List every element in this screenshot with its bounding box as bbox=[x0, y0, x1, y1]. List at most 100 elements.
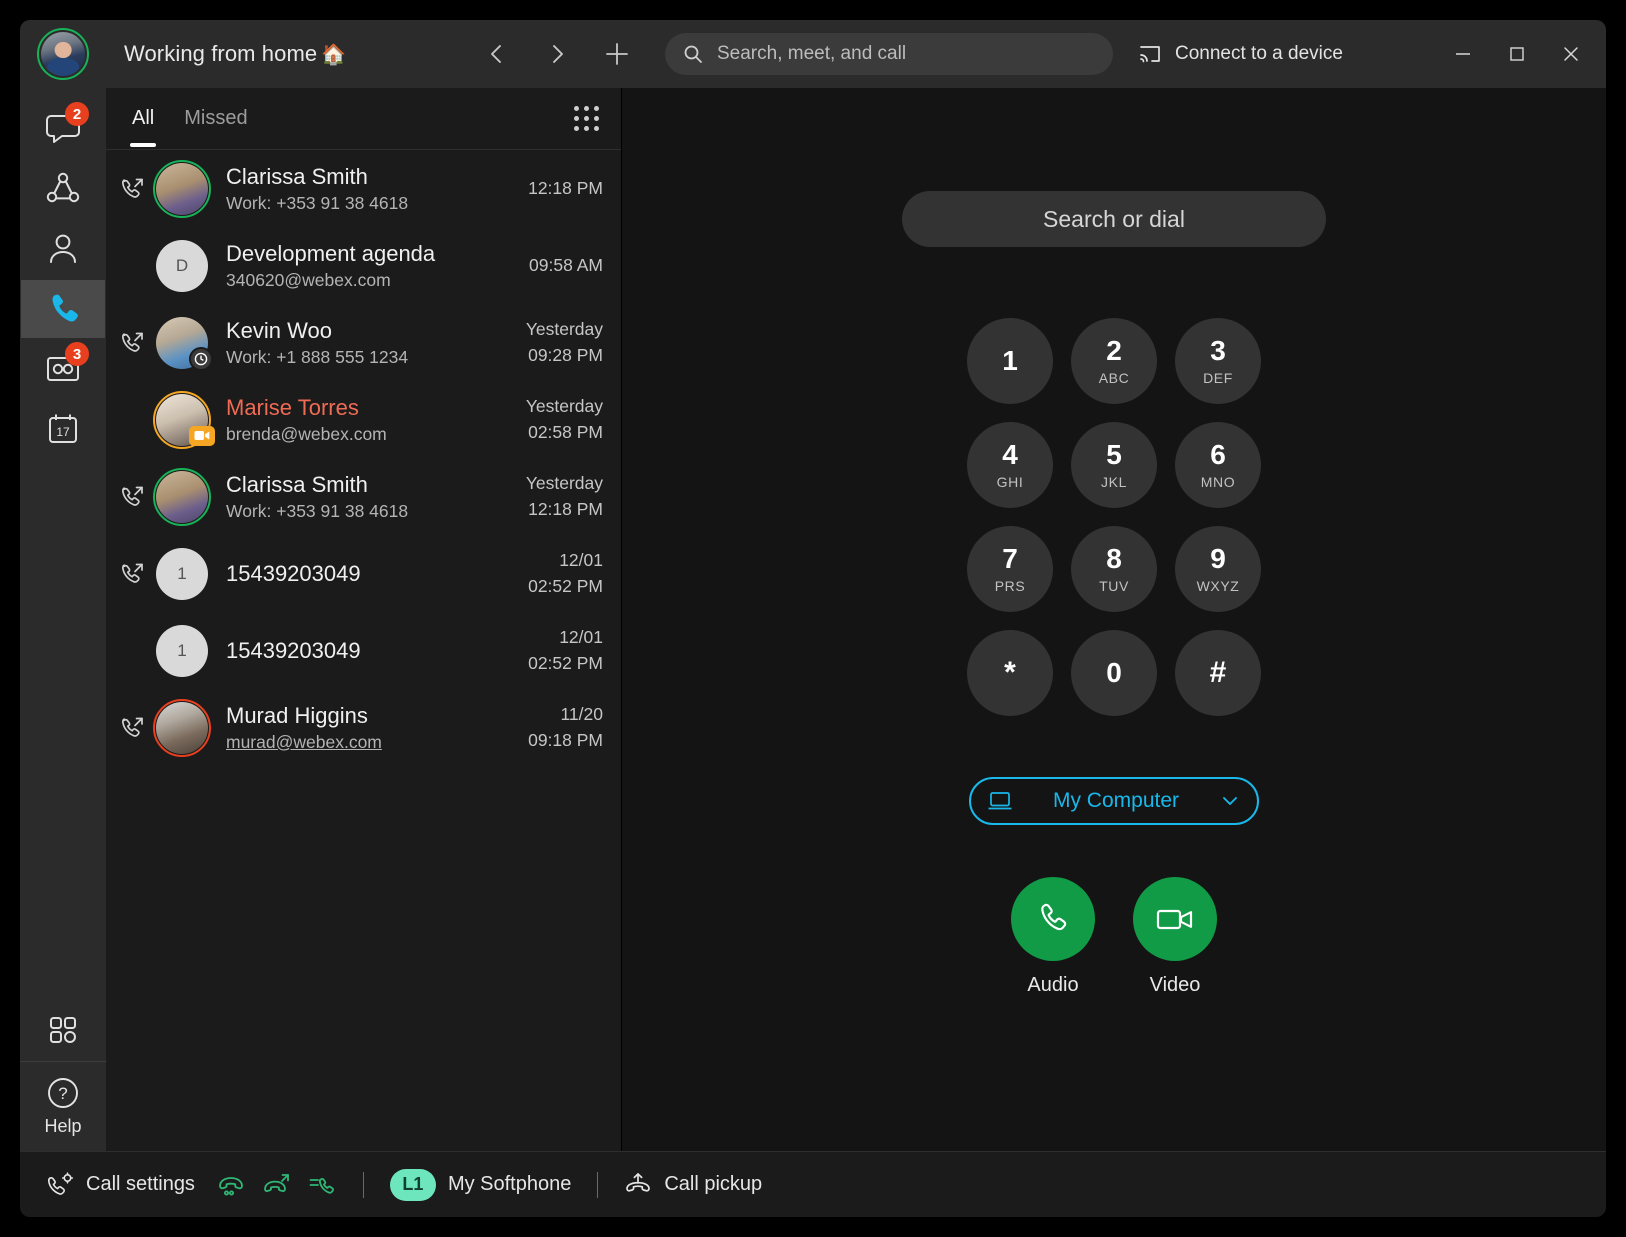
video-call-action[interactable]: Video bbox=[1133, 877, 1217, 997]
teams-icon bbox=[43, 170, 83, 208]
global-search-bar[interactable]: Search, meet, and call bbox=[665, 33, 1113, 75]
sidebar-item-voicemail[interactable]: 3 bbox=[21, 340, 105, 398]
calls-list: Clarissa Smith Work: +353 91 38 4618 12:… bbox=[106, 150, 621, 1151]
outgoing-call-icon bbox=[116, 715, 150, 741]
dialpad-key-5[interactable]: 5JKL bbox=[1071, 422, 1157, 508]
avatar-initial: 1 bbox=[156, 625, 208, 677]
key-digit: 9 bbox=[1210, 545, 1226, 573]
call-info: 15439203049 bbox=[226, 560, 516, 588]
search-or-dial-placeholder: Search or dial bbox=[1043, 206, 1185, 233]
call-transfer-icon[interactable] bbox=[309, 1173, 337, 1197]
avatar bbox=[156, 394, 208, 446]
device-label: My Computer bbox=[1027, 789, 1205, 813]
table-row[interactable]: Clarissa Smith Work: +353 91 38 4618 12:… bbox=[106, 150, 621, 227]
key-digit: 2 bbox=[1106, 337, 1122, 365]
video-call-button[interactable] bbox=[1133, 877, 1217, 961]
table-row[interactable]: Clarissa Smith Work: +353 91 38 4618 Yes… bbox=[106, 458, 621, 535]
close-button[interactable] bbox=[1544, 32, 1598, 76]
forward-button[interactable] bbox=[535, 32, 579, 76]
call-settings-label: Call settings bbox=[86, 1173, 195, 1196]
line-badge: L1 bbox=[390, 1169, 436, 1201]
laptop-icon bbox=[987, 790, 1013, 812]
call-action-buttons: Audio Video bbox=[1011, 877, 1217, 997]
dialpad-key-1[interactable]: 1 bbox=[967, 318, 1053, 404]
sidebar-item-help[interactable]: ? Help bbox=[20, 1061, 106, 1151]
dialpad-key-6[interactable]: 6MNO bbox=[1175, 422, 1261, 508]
call-subtitle: Work: +353 91 38 4618 bbox=[226, 193, 516, 214]
line-label: My Softphone bbox=[448, 1173, 571, 1196]
table-row[interactable]: D Development agenda 340620@webex.com 09… bbox=[106, 227, 621, 304]
back-button[interactable] bbox=[475, 32, 519, 76]
dialpad-key-7[interactable]: 7PRS bbox=[967, 526, 1053, 612]
calls-tabs: All Missed bbox=[106, 88, 621, 150]
key-digit: 0 bbox=[1106, 659, 1122, 687]
dialpad-key-hash[interactable]: # bbox=[1175, 630, 1261, 716]
question-circle-icon: ? bbox=[44, 1074, 82, 1112]
sidebar-item-teams[interactable] bbox=[21, 160, 105, 218]
sidebar-item-messaging[interactable]: 2 bbox=[21, 100, 105, 158]
call-pickup-button[interactable]: Call pickup bbox=[624, 1172, 762, 1198]
dialpad-key-3[interactable]: 3DEF bbox=[1175, 318, 1261, 404]
outgoing-call-icon bbox=[116, 330, 150, 356]
navigation-rail: 2 bbox=[20, 88, 106, 1151]
dialpad-key-2[interactable]: 2ABC bbox=[1071, 318, 1157, 404]
call-name: Development agenda bbox=[226, 240, 517, 268]
dialpad-key-star[interactable]: * bbox=[967, 630, 1053, 716]
call-subtitle[interactable]: murad@webex.com bbox=[226, 732, 516, 753]
table-row[interactable]: 1 15439203049 12/01 02:52 PM bbox=[106, 535, 621, 612]
status-divider bbox=[363, 1172, 364, 1198]
tab-missed[interactable]: Missed bbox=[182, 91, 249, 146]
table-row[interactable]: Kevin Woo Work: +1 888 555 1234 Yesterda… bbox=[106, 304, 621, 381]
table-row[interactable]: Murad Higgins murad@webex.com 11/20 09:1… bbox=[106, 689, 621, 766]
user-avatar[interactable] bbox=[37, 28, 89, 80]
search-or-dial-input[interactable]: Search or dial bbox=[902, 191, 1326, 247]
outgoing-call-icon bbox=[116, 484, 150, 510]
title-bar: Working from home🏠 Search, meet, and cal… bbox=[20, 20, 1606, 88]
do-not-disturb-icon[interactable] bbox=[217, 1173, 245, 1197]
tab-all[interactable]: All bbox=[130, 91, 156, 146]
sidebar-item-meetings[interactable]: 17 bbox=[21, 400, 105, 458]
recent-clock-badge bbox=[189, 347, 213, 371]
dialpad-key-9[interactable]: 9WXYZ bbox=[1175, 526, 1261, 612]
dialpad-key-8[interactable]: 8TUV bbox=[1071, 526, 1157, 612]
chevron-right-icon bbox=[546, 41, 568, 67]
device-selector[interactable]: My Computer bbox=[969, 777, 1259, 825]
maximize-button[interactable] bbox=[1490, 32, 1544, 76]
video-call-label: Video bbox=[1150, 974, 1201, 997]
connect-to-device-button[interactable]: Connect to a device bbox=[1138, 43, 1343, 65]
avatar bbox=[156, 163, 208, 215]
dialpad-key-0[interactable]: 0 bbox=[1071, 630, 1157, 716]
presence-status[interactable]: Working from home🏠 bbox=[124, 41, 346, 67]
call-time: 12:18 PM bbox=[528, 176, 603, 201]
avatar bbox=[156, 702, 208, 754]
call-subtitle: Work: +1 888 555 1234 bbox=[226, 347, 514, 368]
minimize-button[interactable] bbox=[1436, 32, 1490, 76]
call-name: 15439203049 bbox=[226, 560, 516, 588]
open-dialpad-button[interactable] bbox=[569, 102, 603, 136]
avatar: D bbox=[156, 240, 208, 292]
table-row[interactable]: 1 15439203049 12/01 02:52 PM bbox=[106, 612, 621, 689]
key-digit: 5 bbox=[1106, 441, 1122, 469]
video-camera-icon bbox=[194, 430, 210, 441]
line-selector[interactable]: L1 My Softphone bbox=[390, 1169, 571, 1201]
dialpad-key-4[interactable]: 4GHI bbox=[967, 422, 1053, 508]
table-row[interactable]: Marise Torres brenda@webex.com Yesterday… bbox=[106, 381, 621, 458]
messaging-badge: 2 bbox=[65, 102, 89, 126]
key-digit: 7 bbox=[1002, 545, 1018, 573]
sidebar-item-apps[interactable] bbox=[21, 1001, 105, 1059]
call-forward-icon[interactable] bbox=[263, 1173, 291, 1197]
cast-device-icon bbox=[1138, 44, 1162, 64]
avatar: 1 bbox=[156, 548, 208, 600]
avatar bbox=[156, 317, 208, 369]
new-item-button[interactable] bbox=[595, 32, 639, 76]
navigation-buttons bbox=[475, 32, 639, 76]
rail-top-items: 2 bbox=[20, 88, 106, 460]
audio-call-action[interactable]: Audio bbox=[1011, 877, 1095, 997]
phone-handset-icon bbox=[1033, 899, 1073, 939]
call-settings-button[interactable]: Call settings bbox=[46, 1172, 195, 1198]
audio-call-button[interactable] bbox=[1011, 877, 1095, 961]
outgoing-call-icon bbox=[116, 561, 150, 587]
sidebar-item-contacts[interactable] bbox=[21, 220, 105, 278]
chevron-down-icon bbox=[1219, 790, 1241, 812]
sidebar-item-calling[interactable] bbox=[21, 280, 105, 338]
